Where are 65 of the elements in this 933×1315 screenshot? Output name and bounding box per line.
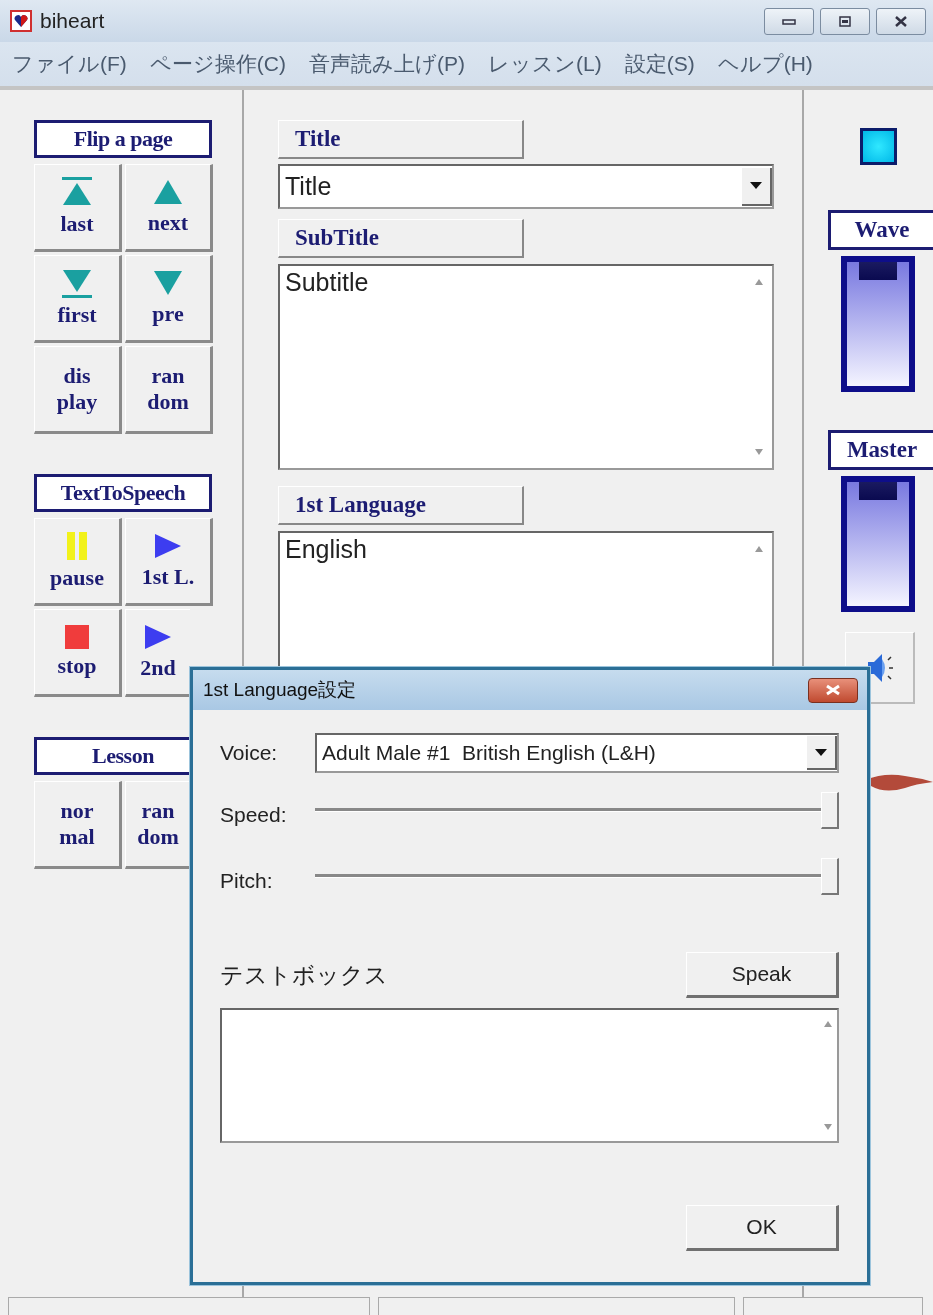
down-triangle-icon: [152, 269, 184, 297]
slider-label: Pitch:: [220, 869, 274, 893]
menu-item[interactable]: 音声読み上げ(P): [309, 50, 465, 78]
nav-button[interactable]: 1st L.: [125, 518, 213, 606]
slider-label: Speed:: [220, 803, 288, 827]
status-indicator: [860, 128, 897, 165]
voice-dropdown[interactable]: Adult Male #1 British English (L&H): [315, 733, 839, 773]
menu-item[interactable]: レッスン(L): [488, 50, 602, 78]
nav-button[interactable]: pre: [125, 255, 213, 343]
subtitle-field[interactable]: Subtitle: [278, 264, 774, 470]
slider-thumb[interactable]: [859, 482, 897, 500]
nav-button[interactable]: pause: [34, 518, 122, 606]
play-icon: [143, 623, 173, 651]
volume-label: Wave: [828, 210, 933, 250]
voice-label: Voice:: [220, 741, 279, 765]
up-triangle-icon: [152, 178, 184, 206]
volume-slider[interactable]: [841, 476, 915, 612]
nav-button[interactable]: 2nd: [125, 609, 190, 697]
language-label: 1st Language: [278, 486, 524, 525]
scroll-down-icon: [754, 448, 764, 456]
menu-item[interactable]: ファイル(F): [12, 50, 127, 78]
minimize-button[interactable]: [764, 7, 814, 35]
play-icon: [153, 532, 183, 560]
close-button[interactable]: [808, 677, 858, 703]
scroll-down-icon: [823, 1123, 833, 1131]
window-title: biheart: [40, 9, 106, 33]
slider-thumb[interactable]: [821, 858, 839, 895]
bottom-arrow-icon: [60, 268, 94, 298]
nav-button[interactable]: dis play: [34, 346, 122, 434]
maximize-button[interactable]: [820, 7, 870, 35]
menu-item[interactable]: 設定(S): [624, 50, 695, 78]
volume-label: Master: [828, 430, 933, 470]
close-icon: [893, 14, 909, 28]
scroll-up-icon: [754, 278, 764, 286]
scroll-up-icon: [754, 545, 764, 553]
speak-button[interactable]: Speak: [686, 952, 839, 998]
pause-icon: [65, 531, 89, 561]
slider-thumb[interactable]: [821, 792, 839, 829]
test-box-label: テストボックス: [220, 960, 388, 990]
stop-icon: [65, 625, 89, 649]
group-label: TextToSpeech: [34, 474, 212, 512]
subtitle-label: SubTitle: [278, 219, 524, 258]
caret-icon: [750, 182, 762, 189]
nav-button[interactable]: last: [34, 164, 122, 252]
nav-button[interactable]: next: [125, 164, 213, 252]
nav-button[interactable]: first: [34, 255, 122, 343]
group-label: Flip a page: [34, 120, 212, 158]
title-dropdown[interactable]: Title: [278, 164, 774, 209]
nav-button[interactable]: ran dom: [125, 346, 213, 434]
test-text-field[interactable]: [220, 1008, 839, 1143]
nav-button[interactable]: stop: [34, 609, 122, 697]
scroll-up-icon: [823, 1020, 833, 1028]
title-label: Title: [278, 120, 524, 159]
menu-item[interactable]: ヘルプ(H): [717, 50, 813, 78]
volume-slider[interactable]: [841, 256, 915, 392]
menu-item[interactable]: ページ操作(C): [149, 50, 286, 78]
close-button[interactable]: [876, 7, 926, 35]
caret-icon: [815, 748, 827, 756]
nav-button[interactable]: ran dom: [125, 781, 190, 869]
top-arrow-icon: [60, 177, 94, 207]
maximize-icon: [837, 14, 853, 28]
nav-button[interactable]: nor mal: [34, 781, 122, 869]
close-icon: [825, 684, 841, 696]
ok-button[interactable]: OK: [686, 1205, 839, 1251]
slider-thumb[interactable]: [859, 262, 897, 280]
